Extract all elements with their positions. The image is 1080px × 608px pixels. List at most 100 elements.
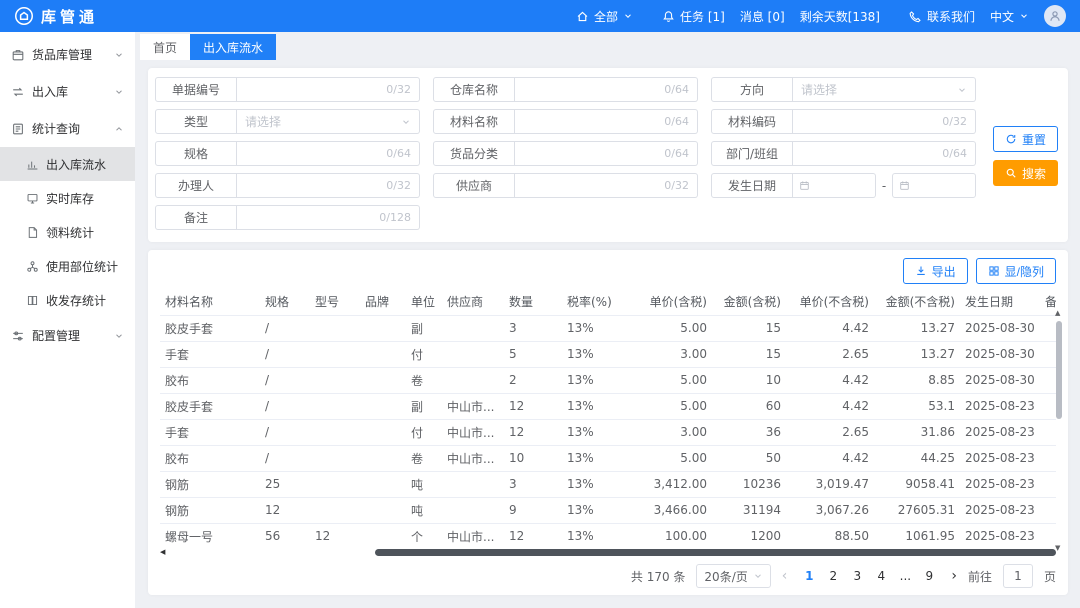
avatar[interactable] [1044, 5, 1066, 27]
table-row[interactable]: 胶布/卷中山市...1013%5.00504.4244.252025-08-23 [160, 445, 1056, 471]
char-counter: 0/128 [379, 211, 411, 224]
table-cell: 5.00 [630, 445, 712, 471]
vertical-scrollbar[interactable]: ▲ ▼ [1054, 314, 1064, 547]
sidebar-item-in-out[interactable]: 出入库 [0, 73, 135, 110]
sidebar-item-statistics[interactable]: 统计查询 [0, 110, 135, 147]
scroll-down-arrow-icon[interactable]: ▼ [1055, 544, 1060, 552]
table-row[interactable]: 钢筋12吨913%3,466.00311943,067.2627605.3120… [160, 497, 1056, 523]
filter-field-department: 部门/班组 0/64 [711, 141, 976, 166]
table-row[interactable]: 钢筋25吨313%3,412.00102363,019.479058.41202… [160, 471, 1056, 497]
table-cell: 12 [504, 419, 562, 445]
remark-input[interactable]: 0/128 [237, 205, 420, 230]
export-button[interactable]: 导出 [903, 258, 968, 284]
column-header: 型号 [310, 289, 360, 315]
table-row[interactable]: 螺母一号5612个中山市...1213%100.00120088.501061.… [160, 523, 1056, 548]
table-cell: 9058.41 [874, 471, 960, 497]
spec-input[interactable]: 0/64 [237, 141, 420, 166]
search-button[interactable]: 搜索 [993, 160, 1058, 186]
field-label: 类型 [155, 109, 237, 134]
table-cell: 13% [562, 471, 630, 497]
table-cell [310, 315, 360, 341]
table-row[interactable]: 胶布/卷213%5.00104.428.852025-08-30 [160, 367, 1056, 393]
tab-home[interactable]: 首页 [140, 34, 190, 60]
table-cell: 36 [712, 419, 786, 445]
filter-field-order-no: 单据编号 0/32 [155, 77, 420, 102]
sidebar-item-goods-management[interactable]: 货品库管理 [0, 36, 135, 73]
table-cell: 9 [504, 497, 562, 523]
scroll-left-arrow-icon[interactable]: ◀ [160, 548, 165, 556]
date-range: - [793, 173, 976, 198]
flow-chart-icon [26, 158, 39, 171]
prev-page-button[interactable]: ‹ [782, 569, 788, 583]
filter-field-material-code: 材料编码 0/32 [711, 109, 976, 134]
sidebar-item-label: 使用部位统计 [46, 258, 118, 275]
page-size-select[interactable]: 20条/页 [696, 564, 770, 588]
sidebar-item-inout-flow[interactable]: 出入库流水 [0, 147, 135, 181]
filter-grid: 单据编号 0/32 仓库名称 0/64 方向 请选择 [155, 77, 982, 230]
contact-link[interactable]: 联系我们 [909, 8, 975, 25]
page-number-button[interactable]: 4 [870, 569, 892, 583]
table-cell: 付 [406, 419, 442, 445]
bell-icon [662, 10, 675, 23]
table-cell: / [260, 315, 310, 341]
toggle-columns-button[interactable]: 显/隐列 [976, 258, 1056, 284]
next-page-button[interactable]: › [951, 569, 957, 583]
handler-input[interactable]: 0/32 [237, 173, 420, 198]
language-selector[interactable]: 中文 [990, 8, 1029, 25]
sidebar-item-usage-location-stats[interactable]: 使用部位统计 [0, 249, 135, 283]
order-no-input[interactable]: 0/32 [237, 77, 420, 102]
warehouse-name-input[interactable]: 0/64 [515, 77, 698, 102]
scroll-up-arrow-icon[interactable]: ▲ [1055, 309, 1060, 317]
column-header: 规格 [260, 289, 310, 315]
scope-selector[interactable]: 全部 [576, 8, 633, 25]
horizontal-scrollbar[interactable]: ◀ [160, 549, 1056, 557]
chevron-down-icon [114, 331, 124, 341]
material-name-input[interactable]: 0/64 [515, 109, 698, 134]
sidebar-item-realtime-stock[interactable]: 实时库存 [0, 181, 135, 215]
page-number-button[interactable]: 3 [846, 569, 868, 583]
table-row[interactable]: 胶皮手套/副中山市...1213%5.00604.4253.12025-08-2… [160, 393, 1056, 419]
horizontal-scroll-thumb[interactable] [375, 549, 1056, 556]
table-row[interactable]: 手套/付中山市...1213%3.00362.6531.862025-08-23 [160, 419, 1056, 445]
field-label: 供应商 [433, 173, 515, 198]
filter-field-type: 类型 请选择 [155, 109, 420, 134]
table-row[interactable]: 手套/付513%3.00152.6513.272025-08-30 [160, 341, 1056, 367]
page-number-button[interactable]: 2 [822, 569, 844, 583]
vertical-scroll-thumb[interactable] [1056, 321, 1062, 419]
table-cell: 副 [406, 315, 442, 341]
table-header-row: 材料名称规格型号品牌单位供应商数量税率(%)单价(含税)金额(含税)单价(不含税… [160, 289, 1056, 315]
table-cell: 2025-08-23 [960, 445, 1040, 471]
table-cell [360, 523, 406, 548]
filter-actions: 重置 搜索 [993, 126, 1058, 186]
date-end-input[interactable] [892, 173, 976, 198]
tab-inout-flow[interactable]: 出入库流水 [190, 34, 276, 60]
filter-field-remark: 备注 0/128 [155, 205, 420, 230]
department-input[interactable]: 0/64 [793, 141, 976, 166]
language-label: 中文 [990, 8, 1014, 25]
page-number-button[interactable]: 1 [798, 569, 820, 583]
page-number-button[interactable]: 9 [918, 569, 940, 583]
table-row[interactable]: 胶皮手套/副313%5.00154.4213.272025-08-30 [160, 315, 1056, 341]
messages-link[interactable]: 消息 [0] [740, 8, 785, 25]
direction-select[interactable]: 请选择 [793, 77, 976, 102]
goods-category-input[interactable]: 0/64 [515, 141, 698, 166]
table-cell: 2025-08-23 [960, 497, 1040, 523]
column-header: 供应商 [442, 289, 504, 315]
ledger-icon [26, 294, 39, 307]
goto-page-input[interactable]: 1 [1003, 564, 1033, 588]
sidebar-item-material-stats[interactable]: 领料统计 [0, 215, 135, 249]
date-start-input[interactable] [793, 173, 876, 198]
table-cell [360, 315, 406, 341]
tasks-link[interactable]: 任务 [1] [662, 8, 725, 25]
table-cell: 13.27 [874, 341, 960, 367]
material-code-input[interactable]: 0/32 [793, 109, 976, 134]
type-select[interactable]: 请选择 [237, 109, 420, 134]
page-ellipsis[interactable]: ... [894, 569, 916, 583]
reset-button[interactable]: 重置 [993, 126, 1058, 152]
table-cell: 2025-08-30 [960, 341, 1040, 367]
supplier-input[interactable]: 0/32 [515, 173, 698, 198]
sidebar-item-config[interactable]: 配置管理 [0, 317, 135, 354]
sidebar-item-receive-dispatch-stats[interactable]: 收发存统计 [0, 283, 135, 317]
table-cell: 手套 [160, 341, 260, 367]
table-cell: 中山市... [442, 445, 504, 471]
